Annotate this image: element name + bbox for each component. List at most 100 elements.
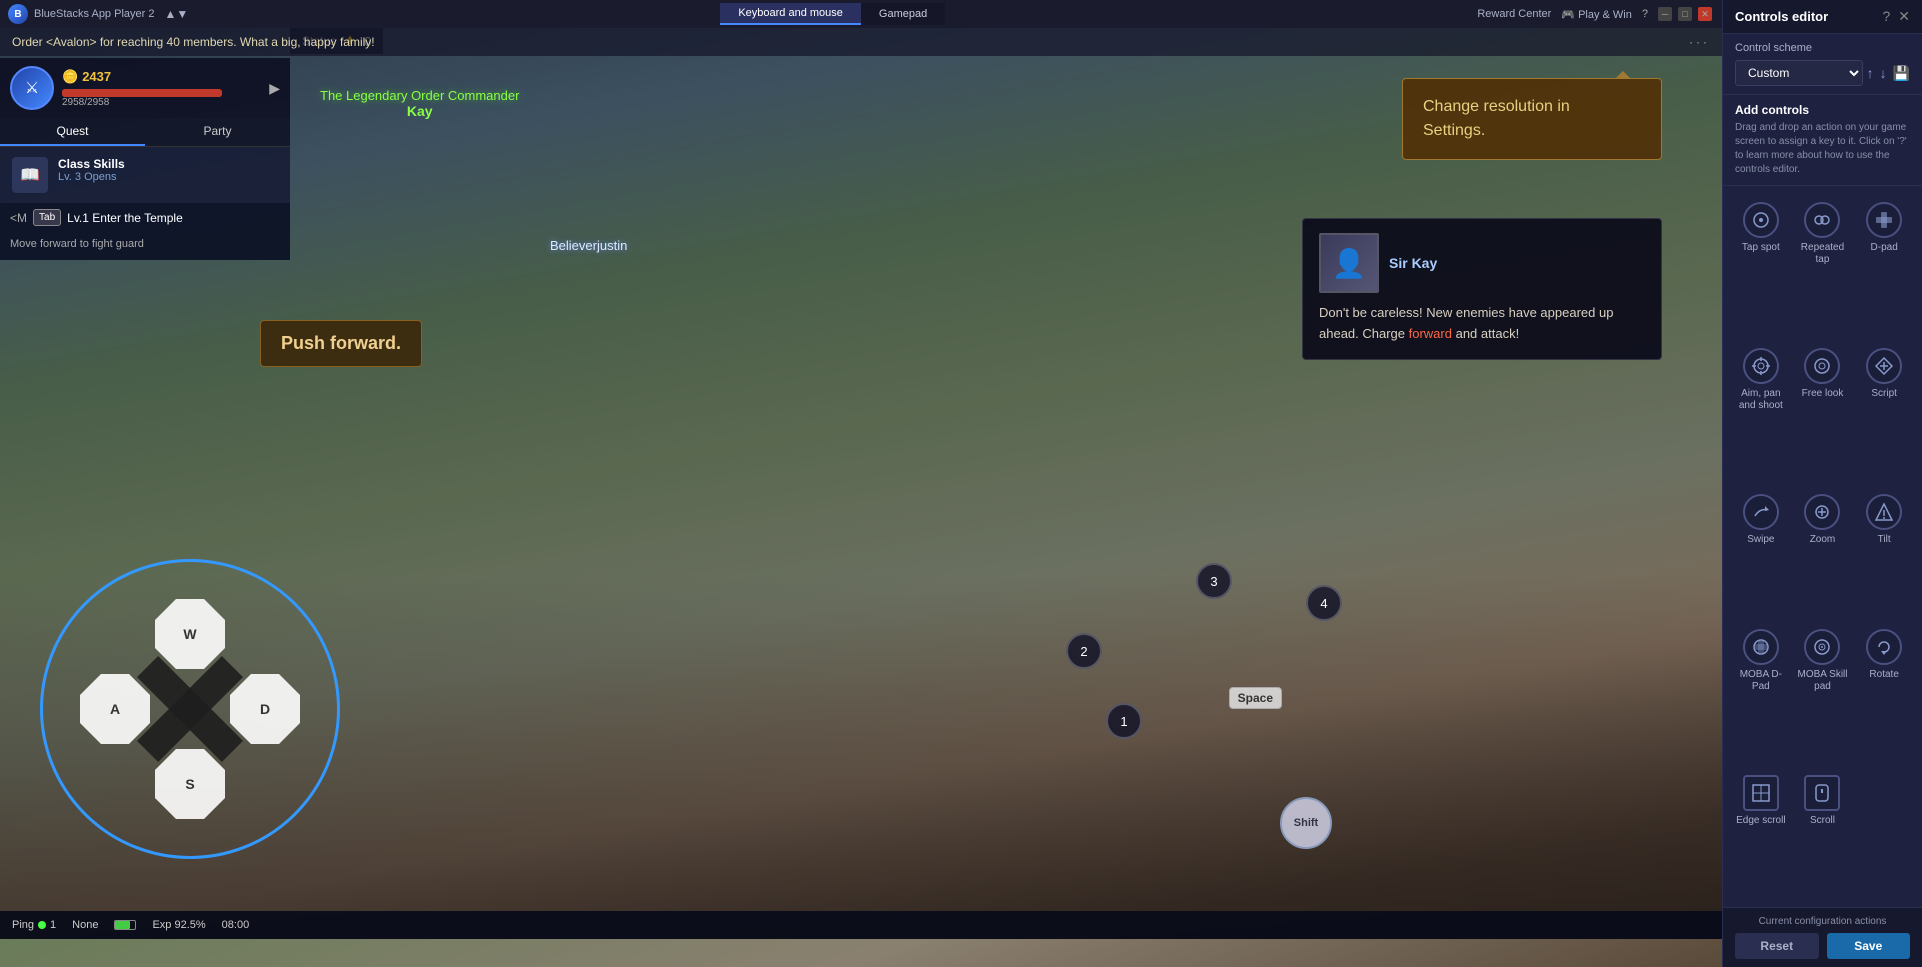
- game-overlay: Order <Avalon> for reaching 40 members. …: [0, 28, 1722, 939]
- none-status: None: [72, 919, 98, 931]
- reset-button[interactable]: Reset: [1735, 933, 1819, 959]
- player-game-name: Believerjustin: [550, 238, 627, 253]
- quest-popup-wrapper: <M Tab Lv.1 Enter the Temple Move forwar…: [0, 203, 290, 260]
- control-tap-spot[interactable]: Tap spot: [1731, 194, 1791, 338]
- scroll-icon: [1804, 775, 1840, 811]
- exp-label: Exp 92.5%: [152, 919, 205, 931]
- moba-skill-pad-label: MOBA Skill pad: [1797, 669, 1849, 693]
- scheme-row: Custom ↑ ↓ 💾: [1735, 60, 1910, 86]
- control-aim-pan-shoot[interactable]: Aim, pan and shoot: [1731, 340, 1791, 484]
- close-button[interactable]: ✕: [1698, 7, 1712, 21]
- dialogue-header: 👤 Sir Kay: [1319, 233, 1645, 293]
- dialogue-speaker: Sir Kay: [1389, 255, 1437, 271]
- control-scroll[interactable]: Scroll: [1793, 767, 1853, 899]
- tab-key: Tab: [33, 209, 61, 226]
- wasd-control-circle[interactable]: W A S D: [40, 559, 340, 859]
- left-panel: ⚔ 🪙 2437 2958/2958 ▶ Quest Party: [0, 58, 290, 260]
- play-win[interactable]: 🎮 Play & Win: [1561, 8, 1632, 21]
- tab-quest[interactable]: Quest: [0, 118, 145, 146]
- npc-title: The Legendary Order Commander: [320, 88, 519, 103]
- control-repeated-tap[interactable]: Repeated tap: [1793, 194, 1853, 338]
- minimize-button[interactable]: ─: [1658, 7, 1672, 21]
- notification-text: Order <Avalon> for reaching 40 members. …: [12, 35, 375, 49]
- player-hp-bar: [62, 89, 222, 97]
- quest-tabs: Quest Party: [0, 118, 290, 147]
- control-free-look[interactable]: Free look: [1793, 340, 1853, 484]
- help-icon[interactable]: ?: [1642, 8, 1648, 20]
- gold-value: 2437: [82, 69, 111, 84]
- player-hp-text: 2958/2958: [62, 97, 261, 108]
- key-d[interactable]: D: [230, 674, 300, 744]
- control-moba-skill-pad[interactable]: MOBA Skill pad: [1793, 621, 1853, 765]
- controls-editor: Controls editor ? ✕ Control scheme Custo…: [1722, 0, 1922, 967]
- help-icon[interactable]: ?: [1882, 8, 1890, 25]
- tap-spot-label: Tap spot: [1742, 242, 1780, 254]
- aim-pan-shoot-label: Aim, pan and shoot: [1735, 388, 1787, 412]
- control-dpad[interactable]: D-pad: [1854, 194, 1914, 338]
- dialogue-avatar: 👤: [1319, 233, 1379, 293]
- skill-btn-3[interactable]: 3: [1196, 563, 1232, 599]
- ping-value: 1: [50, 919, 56, 931]
- tab-bar: Keyboard and mouse Gamepad: [188, 3, 1477, 25]
- moba-dpad-label: MOBA D-Pad: [1735, 669, 1787, 693]
- skill-btn-1[interactable]: 1: [1106, 703, 1142, 739]
- save-scheme-icon[interactable]: 💾: [1893, 65, 1910, 82]
- notif-dots: ···: [1689, 35, 1710, 49]
- battery-fill: [115, 921, 130, 929]
- control-edge-scroll[interactable]: Edge scroll: [1731, 767, 1791, 899]
- scheme-select[interactable]: Custom: [1735, 60, 1863, 86]
- edge-scroll-label: Edge scroll: [1736, 815, 1785, 827]
- control-moba-dpad[interactable]: MOBA D-Pad: [1731, 621, 1791, 765]
- quest-sub: Lv. 3 Opens: [58, 171, 125, 183]
- repeated-tap-icon: [1804, 202, 1840, 238]
- dialogue-text: Don't be careless! New enemies have appe…: [1319, 303, 1645, 345]
- skill-btn-4[interactable]: 4: [1306, 585, 1342, 621]
- key-s[interactable]: S: [155, 749, 225, 819]
- scheme-section: Control scheme Custom ↑ ↓ 💾: [1723, 34, 1922, 95]
- quest-item[interactable]: 📖 Class Skills Lv. 3 Opens: [0, 147, 290, 203]
- tab-keyboard-mouse[interactable]: Keyboard and mouse: [720, 3, 861, 25]
- swipe-icon: [1743, 494, 1779, 530]
- player-avatar: ⚔: [10, 66, 54, 110]
- control-swipe[interactable]: Swipe: [1731, 486, 1791, 618]
- import-icon[interactable]: ↓: [1880, 65, 1887, 82]
- save-button[interactable]: Save: [1827, 933, 1911, 959]
- quest-icon: 📖: [12, 157, 48, 193]
- space-key[interactable]: Space: [1229, 687, 1282, 709]
- ping-label: Ping: [12, 919, 34, 931]
- expand-arrow[interactable]: ▶: [269, 80, 280, 97]
- push-forward-message: Push forward.: [260, 320, 422, 367]
- quest-popup-hint: Move forward to fight guard: [0, 232, 290, 260]
- shift-key[interactable]: Shift: [1280, 797, 1332, 849]
- app-name: BlueStacks App Player 2: [34, 8, 154, 20]
- control-script[interactable]: Script: [1854, 340, 1914, 484]
- battery-status: [114, 920, 136, 930]
- x-cross: [140, 659, 240, 759]
- exp-status: Exp 92.5%: [152, 919, 205, 931]
- npc-char: Kay: [320, 103, 519, 119]
- battery-icon: [114, 920, 136, 930]
- ping-dot: [38, 921, 46, 929]
- reward-center[interactable]: Reward Center: [1477, 8, 1551, 20]
- quest-prefix: <M: [10, 211, 27, 225]
- ping-status: Ping 1: [12, 919, 56, 931]
- restore-button[interactable]: □: [1678, 7, 1692, 21]
- bottom-buttons: Reset Save: [1735, 933, 1910, 959]
- edge-scroll-icon: [1743, 775, 1779, 811]
- add-controls-desc: Drag and drop an action on your game scr…: [1735, 121, 1910, 177]
- tab-party[interactable]: Party: [145, 118, 290, 146]
- scheme-label: Control scheme: [1735, 42, 1910, 54]
- control-rotate[interactable]: Rotate: [1854, 621, 1914, 765]
- tab-gamepad[interactable]: Gamepad: [861, 3, 945, 25]
- dpad-label: D-pad: [1871, 242, 1898, 254]
- control-zoom[interactable]: Zoom: [1793, 486, 1853, 618]
- skill-btn-2[interactable]: 2: [1066, 633, 1102, 669]
- rotate-icon: [1866, 629, 1902, 665]
- close-icon[interactable]: ✕: [1898, 8, 1910, 25]
- control-tilt[interactable]: Tilt: [1854, 486, 1914, 618]
- moba-skill-pad-icon: [1804, 629, 1840, 665]
- nav-arrows[interactable]: ▲▼: [164, 7, 188, 21]
- controls-editor-title: Controls editor: [1735, 9, 1828, 24]
- npc-name: The Legendary Order Commander Kay: [320, 88, 519, 119]
- share-icon[interactable]: ↑: [1867, 65, 1874, 82]
